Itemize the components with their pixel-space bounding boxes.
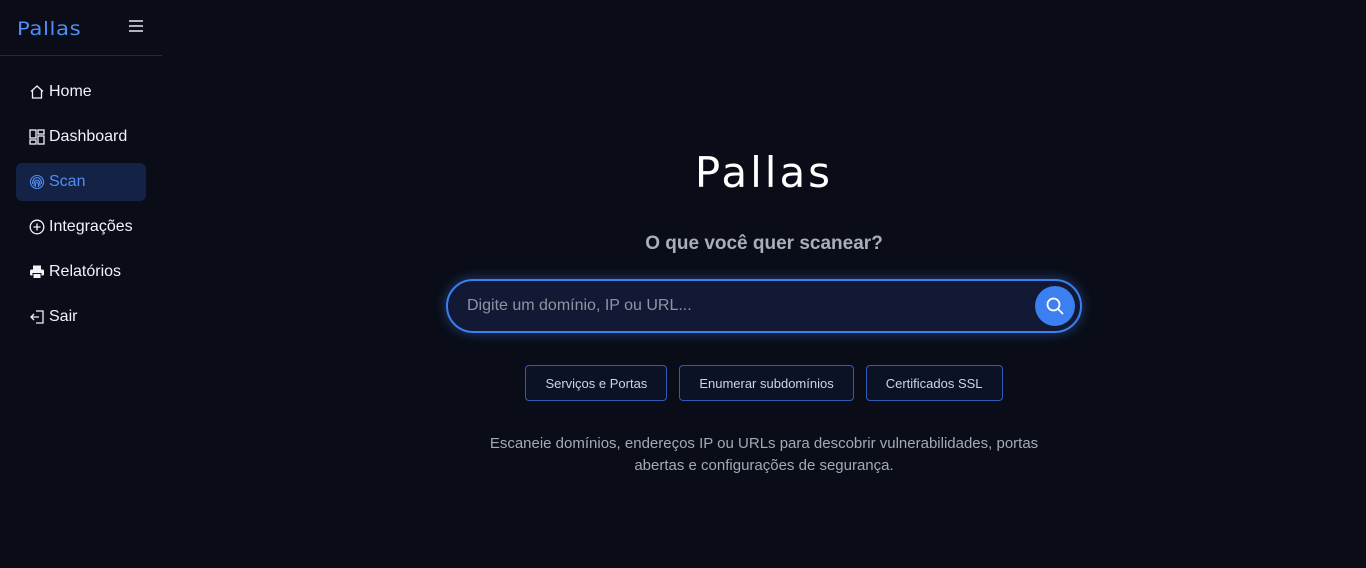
search-input[interactable] <box>448 281 1035 331</box>
printer-icon <box>28 264 45 281</box>
sidebar-item-scan[interactable]: Scan <box>16 163 146 201</box>
sidebar-item-home[interactable]: Home <box>16 73 146 111</box>
sidebar-item-dashboard[interactable]: Dashboard <box>16 118 146 156</box>
page-subtitle: O que você quer scanear? <box>645 233 883 254</box>
main-content: Pallas O que você quer scanear? Serviços… <box>162 0 1366 568</box>
sidebar-item-label: Integrações <box>49 218 133 235</box>
dashboard-icon <box>28 129 45 146</box>
sidebar-item-label: Scan <box>49 173 86 190</box>
logout-icon <box>28 309 45 326</box>
sidebar-item-integracoes[interactable]: Integrações <box>16 208 146 246</box>
home-icon <box>28 84 45 101</box>
search-button[interactable] <box>1035 286 1075 326</box>
fingerprint-icon <box>28 174 45 191</box>
brand-logo[interactable]: Pallas <box>17 18 81 40</box>
sidebar-header: Pallas <box>0 0 162 56</box>
sidebar-nav: Home Dashboard Scan Integrações Relatóri… <box>0 56 162 336</box>
sidebar-item-label: Relatórios <box>49 263 122 280</box>
search-icon <box>1046 297 1064 315</box>
page-title: Pallas <box>694 148 834 197</box>
sidebar-item-label: Dashboard <box>49 128 128 145</box>
chip-enumerate-subdomains[interactable]: Enumerar subdomínios <box>679 365 854 401</box>
search-box <box>446 279 1082 333</box>
chip-services-ports[interactable]: Serviços e Portas <box>525 365 668 401</box>
scan-options: Serviços e Portas Enumerar subdomínios C… <box>162 365 1366 401</box>
sidebar-item-label: Home <box>49 83 92 100</box>
sidebar: Pallas Home Dashboard Scan Integrações R… <box>0 0 162 568</box>
sidebar-item-sair[interactable]: Sair <box>16 298 146 336</box>
sidebar-item-label: Sair <box>49 308 78 325</box>
sidebar-item-relatorios[interactable]: Relatórios <box>16 253 146 291</box>
hamburger-icon[interactable] <box>127 17 145 35</box>
description-text: Escaneie domínios, endereços IP ou URLs … <box>489 435 1039 474</box>
plus-circle-icon <box>28 219 45 236</box>
chip-ssl-certificates[interactable]: Certificados SSL <box>865 365 1003 401</box>
